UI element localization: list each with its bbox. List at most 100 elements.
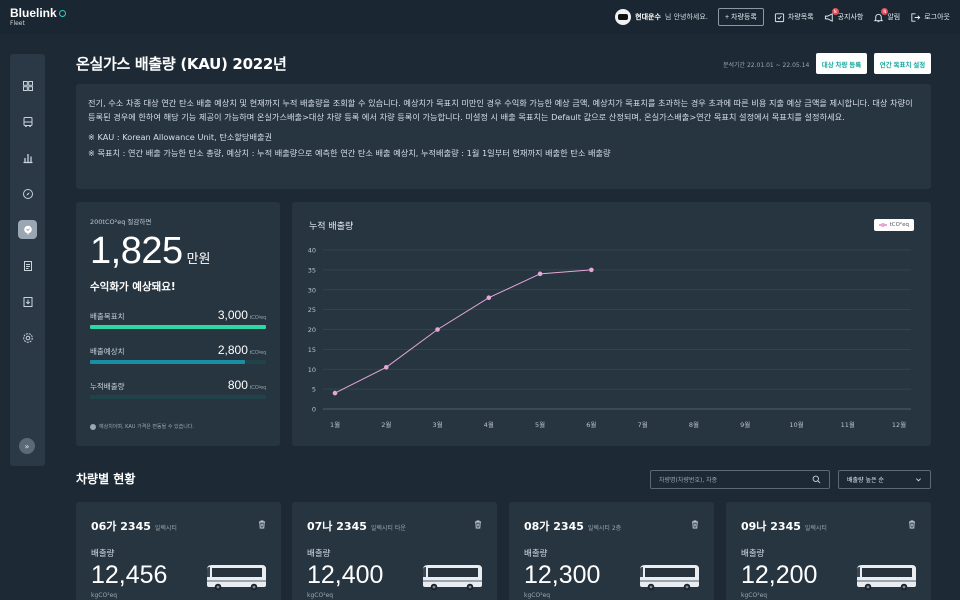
kpi-footnote-text: 예상치이며, KAU 가격은 변동될 수 있습니다. [99, 424, 194, 430]
vehicle-plate: 06가 2345 [91, 520, 151, 533]
cumulative-emission-chart: 0 5 10 15 20 25 30 35 40 1월 2월 3월 4월 5월 6월 7월 8월 9월 10월 11월… [292, 202, 931, 446]
logo-subtext: Fleet [10, 20, 25, 27]
download-icon[interactable] [18, 292, 37, 311]
vehicle-emission-label: 배출량 [307, 549, 331, 559]
notice-badge: N [831, 7, 839, 15]
logout-icon [910, 12, 921, 23]
nav-vehicle-list[interactable]: 차량목록 [774, 12, 814, 23]
data-point [435, 327, 440, 332]
y-tick-label: 0 [312, 406, 316, 414]
data-point [589, 267, 594, 273]
trash-icon[interactable] [907, 519, 917, 529]
chart-legend: tCO²eq [873, 219, 914, 231]
bar-row-target: 배출목표치 3,000 tCO²eq [90, 308, 266, 329]
y-tick-label: 25 [308, 306, 316, 314]
nav-alarm[interactable]: N 알림 [873, 7, 901, 23]
vehicle-emission-unit: kgCO²eq [91, 592, 118, 599]
sort-selected: 배출량 높은 순 [847, 477, 884, 484]
compass-icon[interactable] [18, 184, 37, 203]
bar-unit: tCO²eq [249, 350, 266, 356]
bar-value: 3,000 [217, 308, 248, 322]
double-chevron-right-icon[interactable]: » [19, 438, 35, 454]
x-tick-label: 4월 [484, 420, 494, 429]
bar-unit: tCO²eq [249, 315, 266, 321]
bar-value: 800 [227, 378, 248, 392]
legend-label: tCO²eq [889, 222, 909, 228]
document-icon[interactable] [18, 256, 37, 275]
y-tick-label: 10 [308, 366, 316, 374]
info-description: 전기, 수소 차종 대상 연간 탄소 배출 예상치 및 현재까지 누적 배출량을… [88, 98, 913, 122]
sort-select[interactable]: 배출량 높은 순 [838, 470, 931, 489]
kpi-subtitle: 200tCO²eq 절감하면 [90, 218, 152, 226]
trash-icon[interactable] [690, 519, 700, 529]
dashboard-grid-icon[interactable] [18, 76, 37, 95]
bar-unit: tCO²eq [249, 385, 266, 391]
legend-swatch [878, 222, 887, 227]
x-tick-label: 7월 [638, 420, 648, 429]
register-target-vehicle-button[interactable]: 대상 차량 등록 [816, 53, 867, 74]
vehicle-emission-unit: kgCO²eq [524, 592, 551, 599]
kpi-amount-unit: 만원 [186, 252, 211, 267]
logo-ring-icon [58, 9, 66, 17]
nav-logout[interactable]: 로그아웃 [910, 12, 950, 23]
progress-fill [90, 325, 266, 329]
y-tick-label: 40 [308, 247, 316, 255]
x-tick-label: 11월 [841, 420, 855, 429]
vehicle-model: 일렉시티 2층 [587, 525, 622, 532]
bar-label: 배출목표치 [90, 312, 125, 321]
search-placeholder: 차량명(차량번호), 차종 [659, 477, 718, 484]
bar-chart-icon[interactable] [18, 148, 37, 167]
y-tick-label: 15 [308, 346, 316, 354]
vehicle-emission-unit: kgCO²eq [307, 592, 334, 599]
bus-image [207, 565, 266, 591]
bus-image [423, 565, 482, 591]
bell-icon: N [873, 7, 889, 23]
vehicle-card[interactable]: 07나 2345 일렉시티 타운 배출량 12,400 kgCO²eq [292, 502, 497, 600]
leaf-icon[interactable] [18, 220, 37, 239]
nav-notice[interactable]: N 공지사항 [824, 7, 864, 23]
vehicle-search-input[interactable]: 차량명(차량번호), 차종 [650, 470, 830, 489]
user-avatar-icon [615, 9, 632, 25]
info-note-definitions: ※ 목표치 : 연간 배출 가능한 탄소 총량, 예상치 : 누적 배출량으로 … [88, 148, 611, 158]
bus-icon[interactable] [18, 112, 37, 131]
brand-logo[interactable]: Bluelink Fleet [10, 7, 66, 27]
user-name: 현대운수 [635, 13, 661, 21]
greeting-text: 님 안녕하세요. [664, 13, 709, 21]
trash-icon[interactable] [473, 519, 483, 529]
set-annual-target-button[interactable]: 연간 목표치 설정 [874, 53, 931, 74]
x-tick-label: 6월 [586, 420, 596, 429]
vehicle-card[interactable]: 08가 2345 일렉시티 2층 배출량 12,300 kgCO²eq [509, 502, 714, 600]
bar-label: 배출예상치 [90, 347, 125, 356]
data-point [486, 295, 492, 300]
trash-icon[interactable] [257, 519, 267, 529]
register-vehicle-button[interactable]: + 차량등록 [718, 8, 764, 26]
top-bar: Bluelink Fleet 현대운수 님 안녕하세요. + 차량등록 차량목록 … [0, 0, 960, 34]
progress-track [90, 360, 266, 364]
megaphone-icon: N [824, 7, 839, 23]
kpi-card: 200tCO²eq 절감하면 1,825 만원 수익화가 예상돼요! 배출목표치… [76, 202, 280, 446]
search-icon[interactable] [812, 475, 821, 484]
kpi-amount: 1,825 [90, 230, 183, 272]
vehicle-card[interactable]: 06가 2345 일렉시티 배출량 12,456 kgCO²eq [76, 502, 281, 600]
alarm-badge: N [881, 7, 889, 15]
y-tick-label: 20 [308, 326, 316, 334]
nav-notice-label: 공지사항 [837, 13, 864, 21]
nav-alarm-label: 알림 [887, 13, 901, 21]
x-tick-label: 8월 [689, 420, 699, 429]
chart-title: 누적 배출량 [309, 222, 354, 232]
settings-icon[interactable] [18, 328, 37, 347]
vehicle-emission-label: 배출량 [741, 549, 765, 559]
y-tick-label: 35 [308, 266, 316, 274]
progress-track [90, 395, 266, 399]
kpi-footnote: 예상치이며, KAU 가격은 변동될 수 있습니다. [90, 423, 194, 430]
vehicle-emission-label: 배출량 [91, 549, 115, 559]
vehicle-section-title: 차량별 현황 [76, 472, 136, 486]
vehicle-plate: 09나 2345 [741, 520, 801, 533]
vehicle-card[interactable]: 09나 2345 일렉시티 배출량 12,200 kgCO²eq [726, 502, 931, 600]
series-line [334, 269, 592, 394]
bar-label: 누적배출량 [90, 382, 125, 391]
progress-fill [90, 360, 245, 364]
vehicle-emission-unit: kgCO²eq [741, 592, 768, 599]
vehicle-list-icon [774, 12, 785, 23]
vehicle-plate: 07나 2345 [307, 520, 367, 533]
